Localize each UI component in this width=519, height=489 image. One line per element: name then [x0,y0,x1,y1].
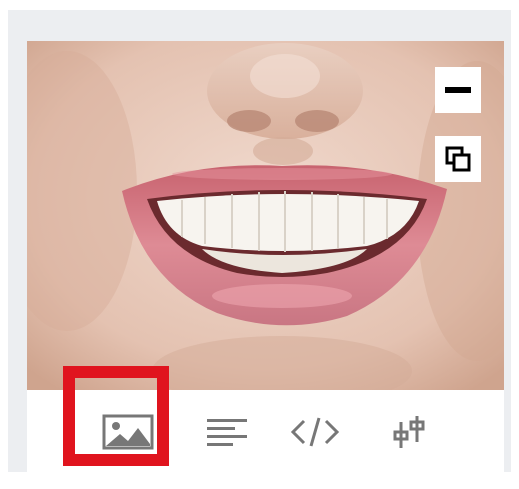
text-tool-button[interactable] [195,390,259,473]
settings-tool-button[interactable] [377,390,441,473]
minimize-button[interactable] [435,67,481,113]
sliders-icon [393,415,425,448]
code-icon [290,417,340,446]
copy-button[interactable] [435,136,481,182]
code-tool-button[interactable] [283,390,347,473]
smile-photo[interactable] [27,41,504,390]
smile-photo-graphic [27,41,504,390]
image-icon [102,414,153,449]
copy-icon [445,146,471,172]
image-card [27,41,504,473]
text-align-icon [207,418,247,446]
card-toolbar [27,390,504,473]
minimize-icon [445,87,471,93]
image-tool-button[interactable] [70,390,185,473]
